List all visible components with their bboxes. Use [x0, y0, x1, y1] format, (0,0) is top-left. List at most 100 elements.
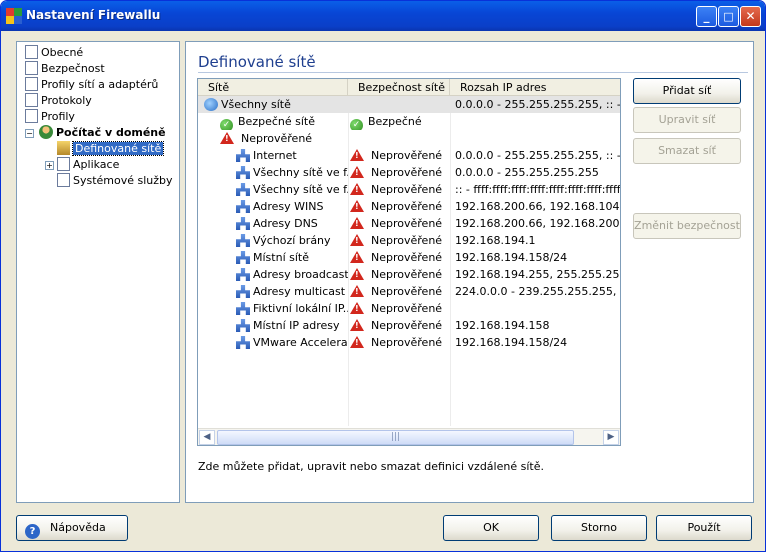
security-label: Neprověřené [371, 319, 443, 332]
network-node-icon [236, 319, 250, 332]
network-name-cell: ✓ Bezpečné sítě [220, 113, 348, 130]
document-icon [57, 173, 70, 187]
delete-network-button[interactable]: Smazat síť [633, 138, 741, 164]
table-row[interactable]: Místní sítě Neprověřené 192.168.194.158/24 [198, 249, 620, 266]
network-icon [57, 141, 70, 155]
add-network-button[interactable]: Přidat síť [633, 78, 741, 104]
network-name: Neprověřené [241, 132, 313, 145]
table-row[interactable]: Všechny sítě 0.0.0.0 - 255.255.255.255, :… [198, 96, 620, 113]
avg-logo-icon [6, 8, 22, 24]
network-node-icon [236, 217, 250, 230]
table-header: Sítě Bezpečnost sítě Rozsah IP adres [198, 79, 620, 96]
table-row[interactable]: Všechny sítě ve f... Neprověřené 0.0.0.0 -… [198, 164, 620, 181]
column-header-security[interactable]: Bezpečnost sítě [348, 79, 450, 96]
network-adapter-icon [25, 77, 38, 91]
table-row[interactable]: VMware Accelera... Neprověřené 192.168.194… [198, 334, 620, 351]
network-node-icon [236, 268, 250, 281]
security-cell: Neprověřené [350, 198, 450, 215]
ip-range-cell: 0.0.0.0 - 255.255.255.255 [455, 166, 599, 179]
edit-network-button[interactable]: Upravit síť [633, 107, 741, 133]
network-name-cell: Všechny sítě ve f... [236, 164, 348, 181]
column-header-networks[interactable]: Sítě [198, 79, 348, 96]
tree-item-defined-networks[interactable]: Definované sítě [57, 141, 165, 157]
network-node-icon [236, 183, 250, 196]
table-row[interactable]: Všechny sítě ve f... Neprověřené:: - ffff… [198, 181, 620, 198]
security-label: Neprověřené [371, 217, 443, 230]
tree-item-general[interactable]: Obecné [25, 45, 83, 61]
minimize-button[interactable]: _ [696, 6, 717, 27]
ip-range-cell: 192.168.194.158/24 [455, 251, 568, 264]
ip-range-cell: 192.168.194.158 [455, 319, 550, 332]
ip-range-cell: 224.0.0.0 - 239.255.255.255, ff00:: [455, 285, 620, 298]
security-label: Neprověřené [371, 166, 443, 179]
cancel-button[interactable]: Storno [551, 515, 647, 541]
warning-icon [350, 285, 364, 297]
warning-icon [350, 200, 364, 212]
table-row[interactable]: Adresy multicast IP Neprověřené 224.0.0.0 … [198, 283, 620, 300]
apply-button[interactable]: Použít [656, 515, 752, 541]
networks-table[interactable]: Sítě Bezpečnost sítě Rozsah IP adres Vše… [197, 78, 621, 446]
network-name: Internet [253, 149, 297, 162]
security-cell: Neprověřené [350, 181, 450, 198]
ip-range-cell: :: - ffff:ffff:ffff:ffff:ffff:ffff:ffff:… [455, 183, 621, 196]
document-icon [25, 109, 38, 123]
security-cell: Neprověřené [350, 266, 450, 283]
maximize-button[interactable]: □ [718, 6, 739, 27]
network-name: Místní sítě [253, 251, 309, 264]
network-name: Adresy broadcast ... [253, 268, 348, 281]
tree-item-applications[interactable]: + Aplikace [45, 157, 119, 173]
network-name: Všechny sítě ve f... [253, 166, 348, 179]
help-icon: ? [25, 524, 40, 539]
security-cell: Neprověřené [350, 283, 450, 300]
table-row[interactable]: Adresy broadcast ... Neprověřené 192.168.1… [198, 266, 620, 283]
tree-item-system-services[interactable]: Systémové služby [57, 173, 173, 189]
change-security-button[interactable]: Změnit bezpečnost [633, 213, 741, 239]
tree-item-profiles[interactable]: Profily [25, 109, 75, 125]
security-label: Neprověřené [371, 149, 443, 162]
security-cell [350, 130, 450, 147]
tree-item-security[interactable]: Bezpečnost [25, 61, 105, 77]
table-row[interactable]: Adresy WINS Neprověřené 192.168.200.66, 19… [198, 198, 620, 215]
scroll-right-button[interactable]: ▶ [603, 430, 619, 445]
table-row[interactable]: Fiktivní lokální IP... Neprověřené [198, 300, 620, 317]
table-row[interactable]: Místní IP adresy Neprověřené 192.168.194.1… [198, 317, 620, 334]
warning-icon [350, 149, 364, 161]
table-row[interactable]: Internet Neprověřené 0.0.0.0 - 255.255.255… [198, 147, 620, 164]
title-divider [198, 72, 748, 73]
tree-item-domain-computer[interactable]: − Počítač v doméně [25, 125, 166, 141]
network-name-cell: Fiktivní lokální IP... [236, 300, 348, 317]
tree-item-logs[interactable]: Protokoly [25, 93, 92, 109]
network-name: Všechny sítě ve f... [253, 183, 348, 196]
horizontal-scrollbar[interactable]: ◀ ||| ▶ [198, 428, 620, 445]
ip-range-cell: 0.0.0.0 - 255.255.255.255, :: - ffff:fff… [455, 149, 621, 162]
table-row[interactable]: Adresy DNS Neprověřené 192.168.200.66, 192… [198, 215, 620, 232]
scroll-thumb[interactable]: ||| [217, 430, 574, 445]
tree-item-network-profiles[interactable]: Profily sítí a adaptérů [25, 77, 158, 93]
warning-icon [350, 251, 364, 263]
expand-expander[interactable]: + [45, 161, 54, 170]
scroll-left-button[interactable]: ◀ [199, 430, 215, 445]
help-button[interactable]: ? Nápověda [16, 515, 128, 541]
security-label: Neprověřené [371, 251, 443, 264]
warning-icon [350, 183, 364, 195]
safe-check-icon: ✓ [220, 119, 233, 130]
ip-range-cell: 192.168.200.66, 192.168.104.79 [455, 200, 621, 213]
column-header-ip-range[interactable]: Rozsah IP adres [450, 79, 620, 96]
title-bar[interactable]: Nastavení Firewallu _ □ ✕ [1, 1, 765, 31]
collapse-expander[interactable]: − [25, 129, 34, 138]
warning-icon [350, 336, 364, 348]
warning-icon [350, 217, 364, 229]
network-node-icon [236, 251, 250, 264]
close-button[interactable]: ✕ [740, 6, 761, 27]
settings-tree[interactable]: Obecné Bezpečnost Profily sítí a adaptér… [16, 41, 180, 503]
table-row[interactable]: Neprověřené [198, 130, 620, 147]
table-row[interactable]: Výchozí brány Neprověřené 192.168.194.1 [198, 232, 620, 249]
network-name: Bezpečné sítě [238, 115, 315, 128]
network-name: Adresy multicast IP [253, 285, 348, 298]
application-icon [57, 157, 70, 171]
network-node-icon [236, 234, 250, 247]
ok-button[interactable]: OK [443, 515, 539, 541]
security-cell: ✓ Bezpečné [350, 113, 450, 130]
table-row[interactable]: ✓ Bezpečné sítě ✓ Bezpečné [198, 113, 620, 130]
warning-icon [350, 268, 364, 280]
